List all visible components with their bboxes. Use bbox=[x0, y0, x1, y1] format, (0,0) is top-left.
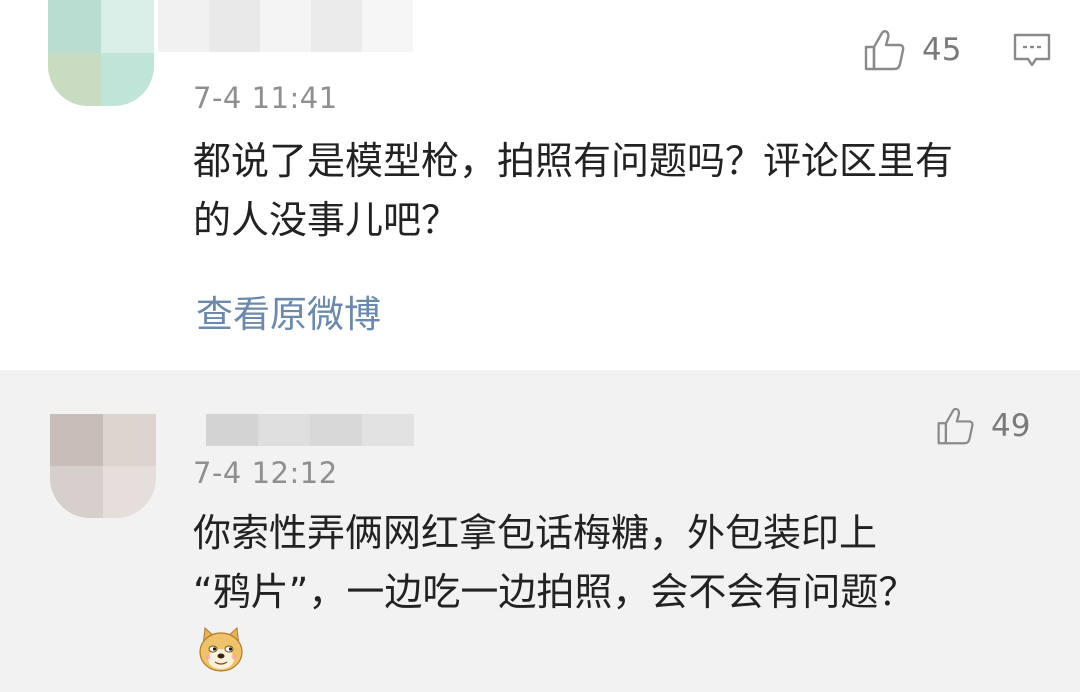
doge-emoji bbox=[196, 624, 246, 674]
thumbs-up-icon bbox=[862, 28, 906, 72]
comment-text: 你索性弄俩网红拿包话梅糖，外包装印上 “鸦片”，一边吃一边拍照，会不会有问题？ bbox=[193, 504, 1053, 622]
like-count: 45 bbox=[922, 32, 962, 68]
username-redacted[interactable] bbox=[206, 414, 414, 446]
comment-text-line: 你索性弄俩网红拿包话梅糖，外包装印上 bbox=[193, 511, 878, 555]
view-original-weibo-link[interactable]: 查看原微博 bbox=[196, 284, 381, 338]
comment-timestamp: 7-4 12:12 bbox=[193, 456, 338, 490]
like-count: 49 bbox=[991, 408, 1031, 444]
comment-timestamp: 7-4 11:41 bbox=[193, 81, 338, 115]
comment-item: 49 7-4 12:12 你索性弄俩网红拿包话梅糖，外包装印上 “鸦片”，一边吃… bbox=[0, 370, 1080, 692]
username-redacted[interactable] bbox=[158, 0, 414, 52]
like-button[interactable]: 49 bbox=[935, 406, 1030, 446]
comment-icon[interactable] bbox=[1012, 31, 1052, 71]
comment-text-line: 的人没事儿吧？ bbox=[193, 198, 460, 242]
comment-text-line: “鸦片”，一边吃一边拍照，会不会有问题？ bbox=[193, 570, 917, 614]
comment-text: 都说了是模型枪，拍照有问题吗？评论区里有 的人没事儿吧？ bbox=[193, 132, 1053, 250]
comment-text-line: 都说了是模型枪，拍照有问题吗？评论区里有 bbox=[193, 139, 954, 183]
avatar[interactable] bbox=[50, 414, 156, 518]
thumbs-up-icon bbox=[935, 406, 975, 446]
comment-item: 45 7-4 11:41 都说了是模型枪，拍照有问题吗？评论区里有 的人没事儿吧… bbox=[0, 0, 1080, 370]
avatar[interactable] bbox=[48, 0, 154, 106]
like-button[interactable]: 45 bbox=[862, 28, 961, 72]
